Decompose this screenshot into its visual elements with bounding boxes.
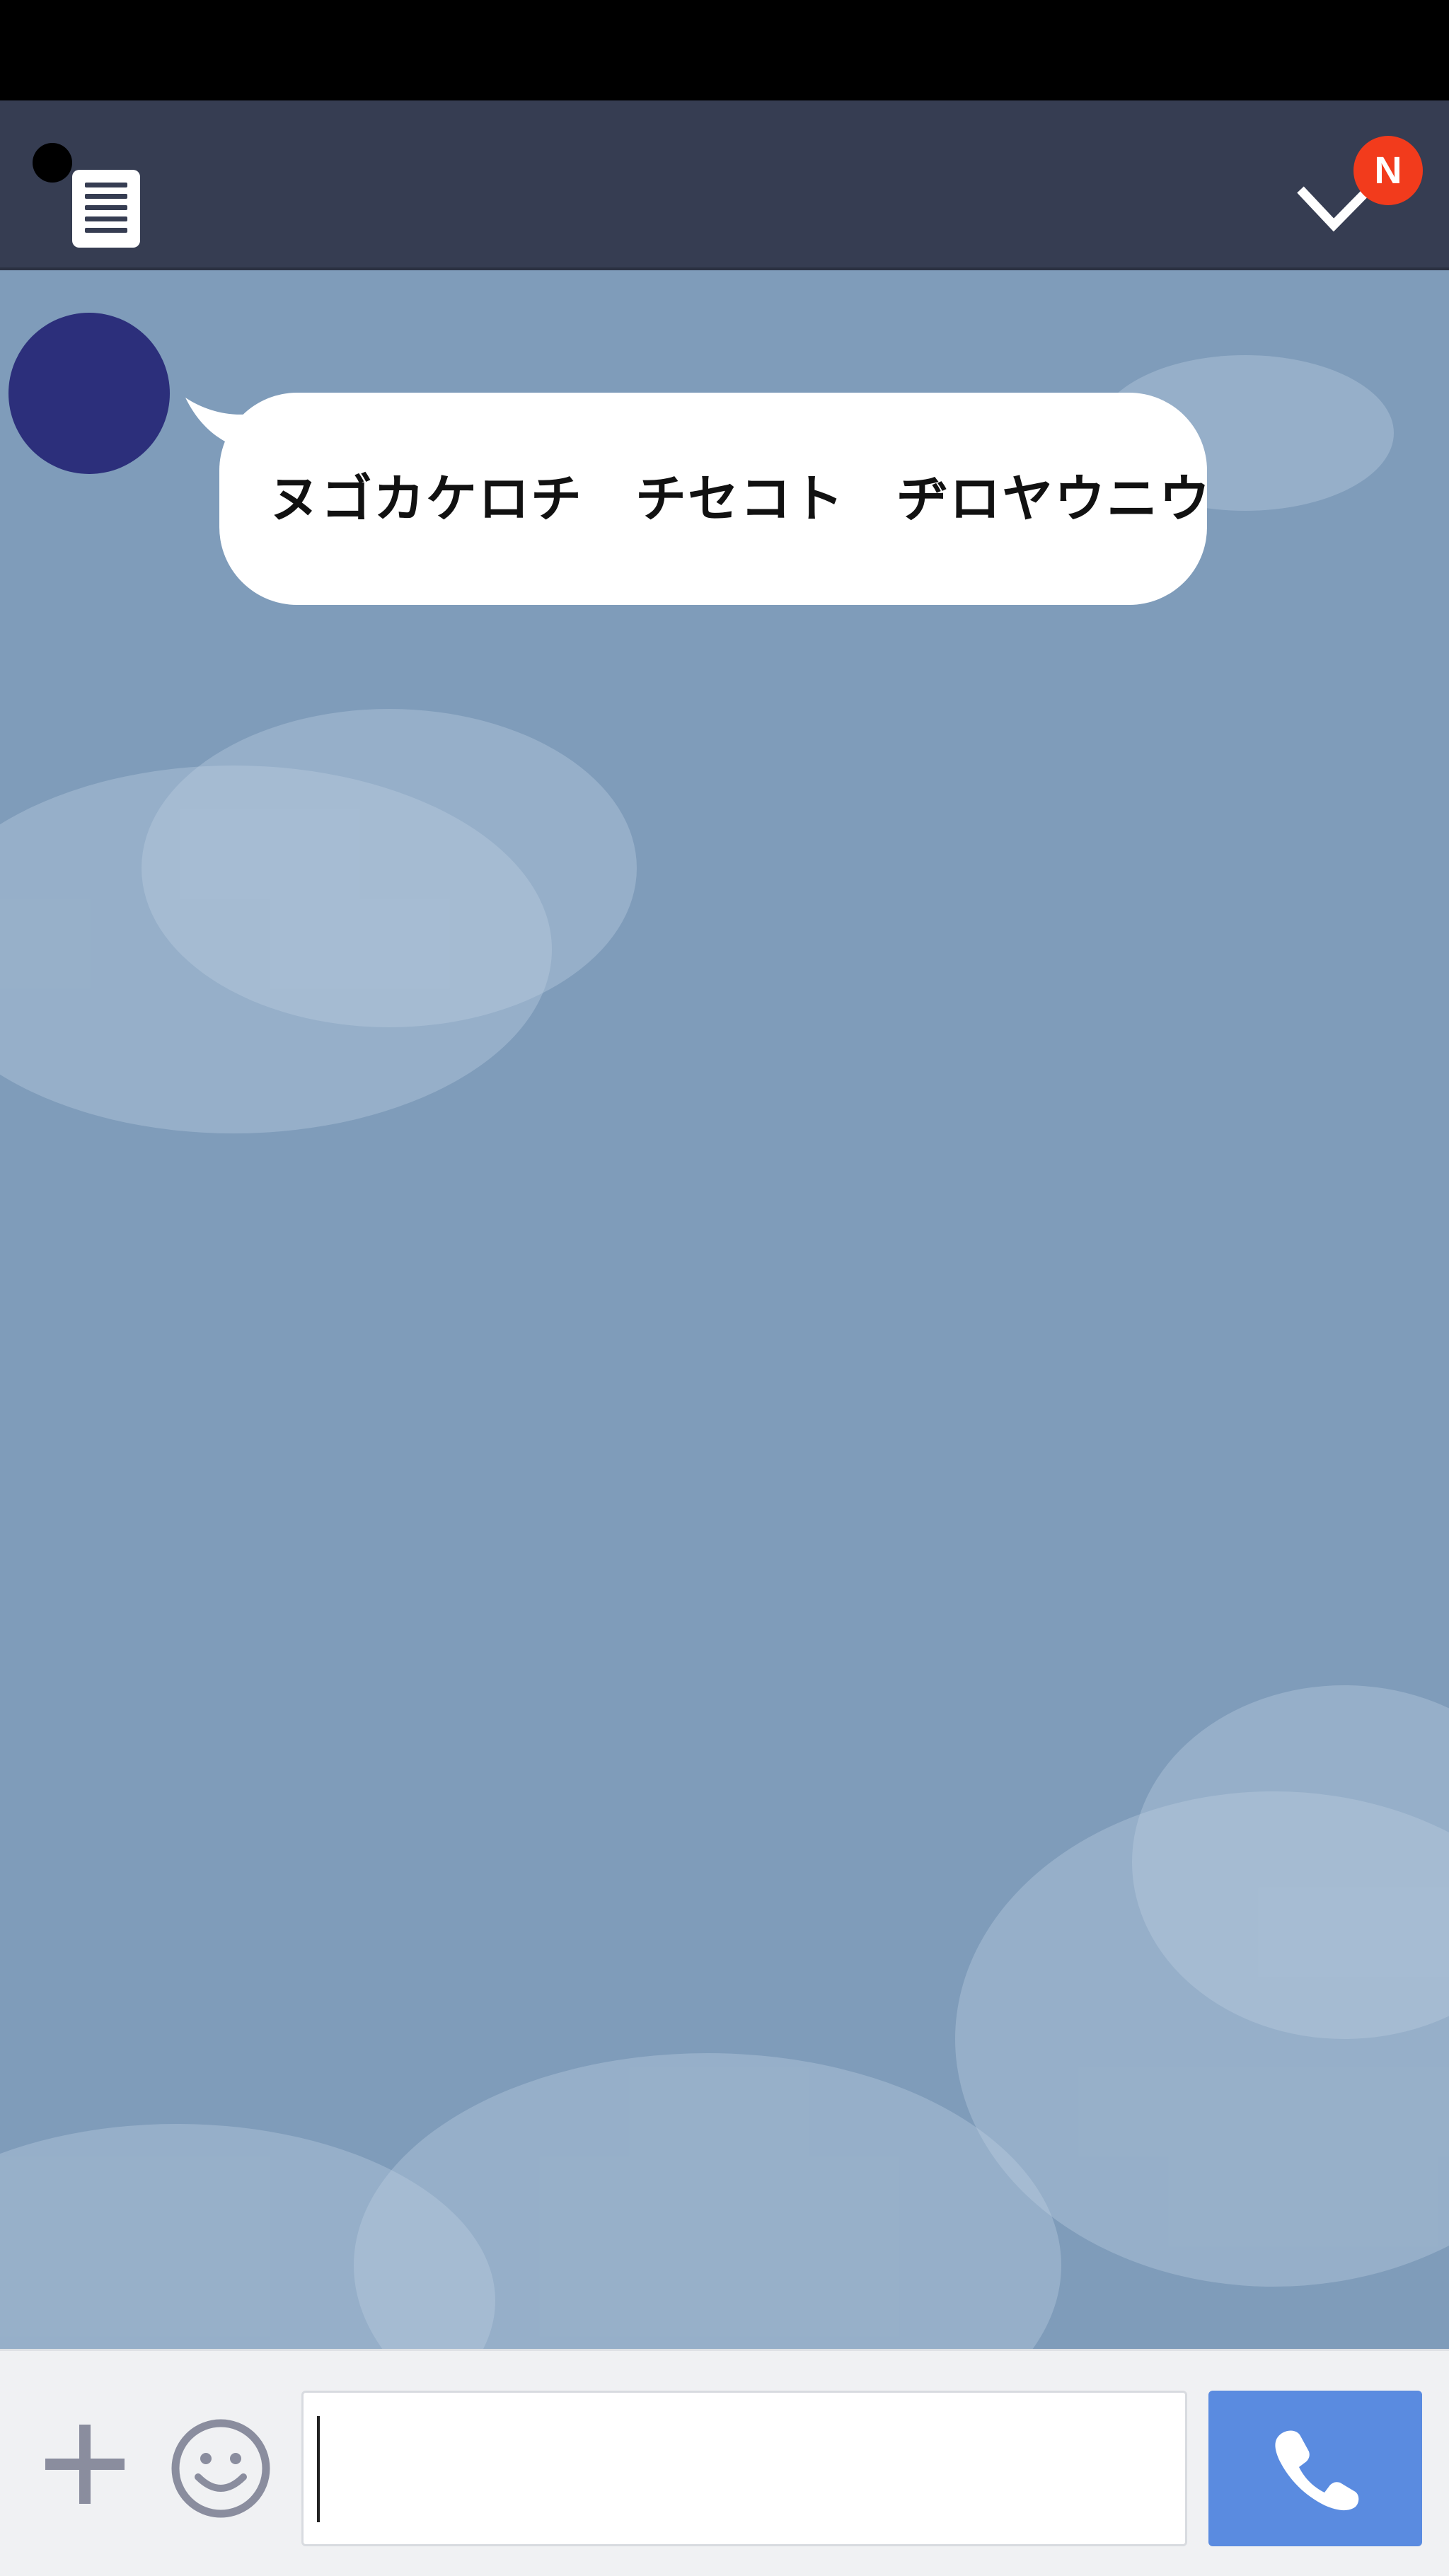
avatar[interactable] — [8, 313, 170, 474]
message-input[interactable] — [301, 2391, 1187, 2546]
status-bar — [0, 0, 1449, 100]
text-caret — [317, 2416, 320, 2522]
chat-header: N — [0, 100, 1449, 270]
plus-icon — [45, 2425, 125, 2504]
notification-badge[interactable]: N — [1353, 136, 1423, 205]
menu-list-icon — [72, 170, 140, 248]
check-button[interactable]: N — [1274, 122, 1429, 256]
chat-area[interactable]: ヌゴカケロチ チセコト ヂロヤウニウ — [0, 270, 1449, 2349]
call-button[interactable] — [1208, 2391, 1422, 2546]
composer-bar — [0, 2349, 1449, 2576]
message-text: ヌゴカケロチ チセコト ヂロヤウニウ — [269, 469, 1212, 529]
emoji-button[interactable] — [168, 2416, 273, 2521]
menu-button[interactable] — [28, 122, 149, 249]
add-attachment-button[interactable] — [35, 2415, 134, 2514]
smiley-icon — [171, 2419, 270, 2518]
message-bubble[interactable]: ヌゴカケロチ チセコト ヂロヤウニウ — [219, 393, 1210, 605]
unread-dot — [33, 143, 72, 183]
phone-icon — [1275, 2430, 1359, 2511]
